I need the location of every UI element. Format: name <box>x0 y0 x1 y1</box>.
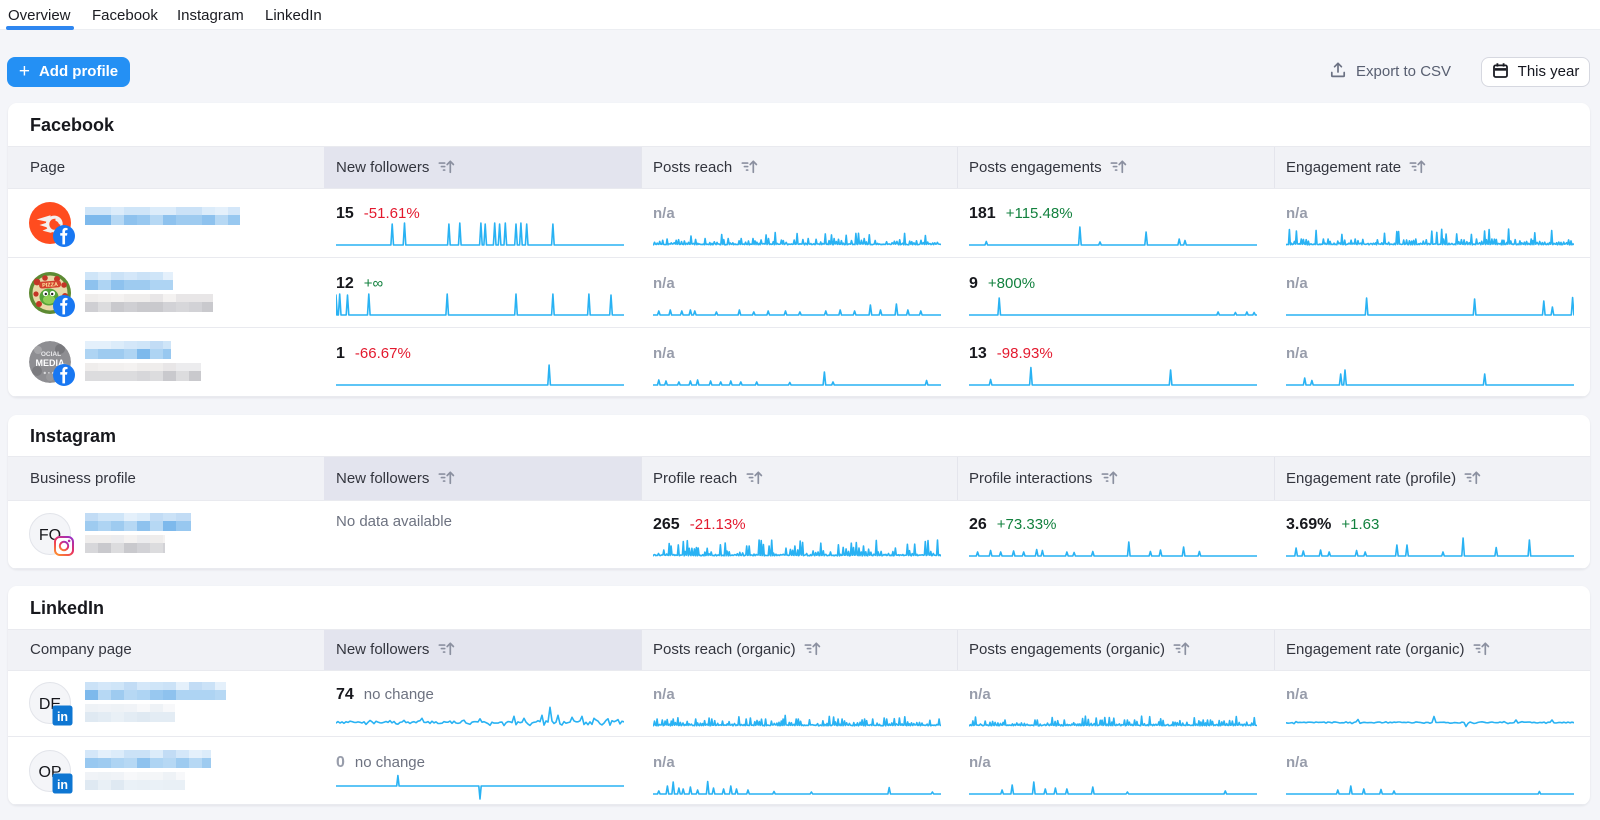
svg-text:in: in <box>57 778 68 792</box>
svg-text:OCIAL: OCIAL <box>41 351 61 358</box>
svg-text:PIZZA: PIZZA <box>42 281 58 288</box>
svg-text:in: in <box>57 710 68 724</box>
